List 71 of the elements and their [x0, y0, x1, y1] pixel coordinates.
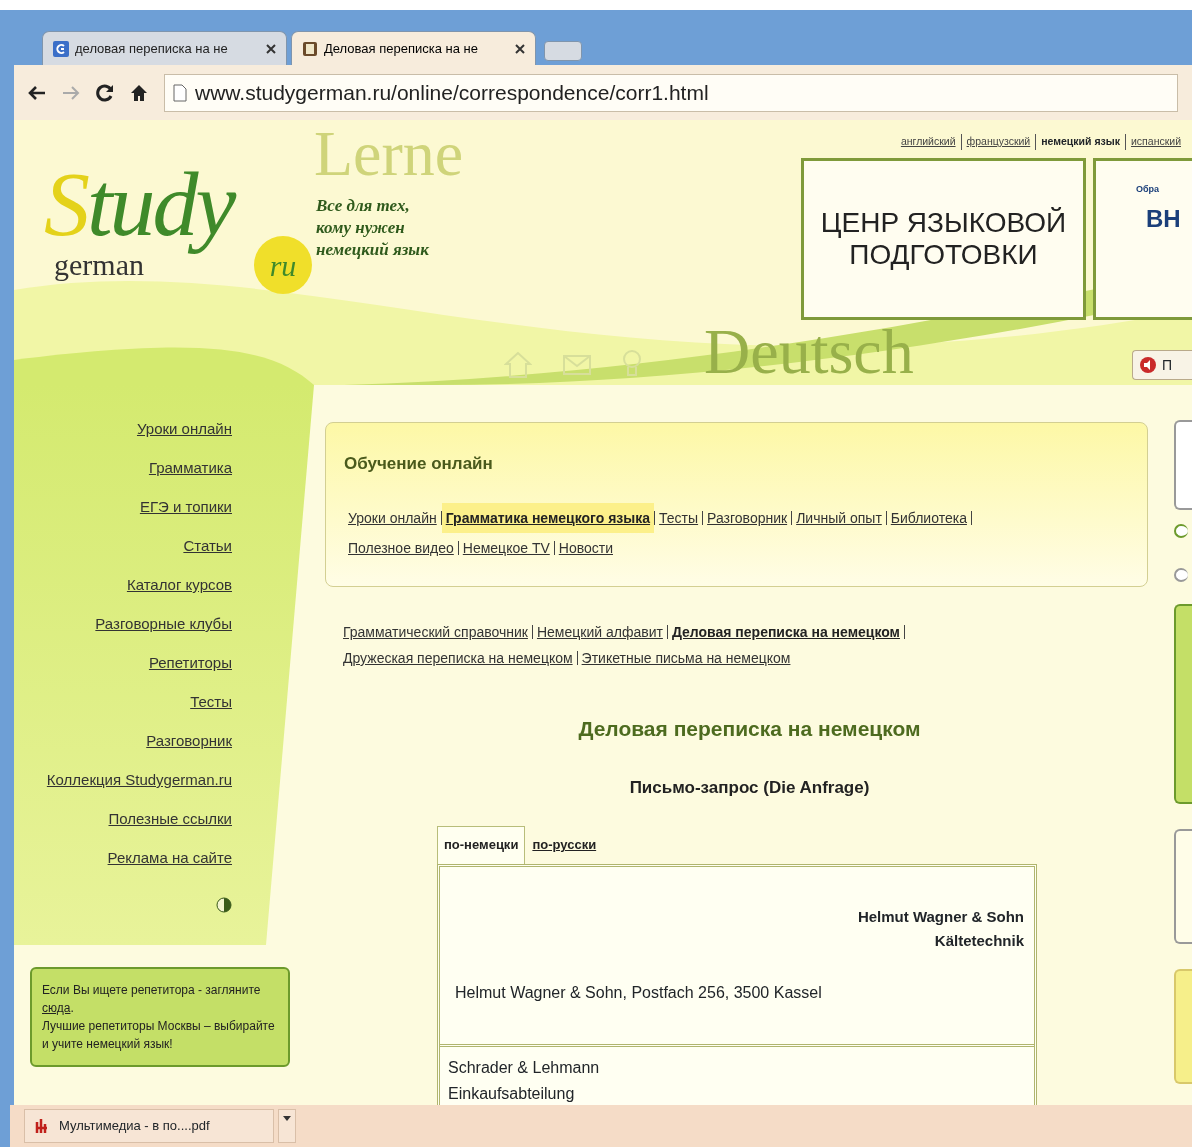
listen-button[interactable]: П — [1132, 350, 1192, 380]
section-link[interactable]: Новости — [554, 532, 617, 563]
browser-tab[interactable]: Деловая переписка на не — [291, 31, 536, 65]
book-icon — [302, 40, 318, 57]
section-title: Обучение онлайн — [344, 453, 494, 475]
half-circle-icon — [216, 897, 232, 913]
back-arrow-icon[interactable] — [28, 84, 46, 101]
reload-icon[interactable] — [96, 83, 114, 102]
section-link[interactable]: Разговорник — [703, 502, 792, 533]
language-link[interactable]: английский — [895, 134, 961, 150]
language-tab[interactable]: по-немецки — [437, 826, 526, 864]
radio-icon[interactable] — [1174, 524, 1188, 538]
sidebar-link[interactable]: Репетиторы — [148, 643, 232, 682]
close-icon[interactable] — [515, 43, 525, 54]
close-icon[interactable] — [266, 43, 276, 54]
browser-tab[interactable]: деловая переписка на не — [42, 31, 287, 65]
language-link[interactable]: французский — [961, 134, 1036, 150]
sidebar-link[interactable]: Реклама на сайте — [107, 838, 232, 877]
subnav-link[interactable]: Деловая переписка на немецком — [667, 619, 904, 645]
tab-title: деловая переписка на не — [75, 39, 229, 58]
sidebar-link[interactable]: Разговорник — [146, 721, 232, 760]
new-tab-button[interactable] — [544, 41, 582, 61]
recipient-text: Schrader & Lehmann — [448, 1057, 601, 1078]
letter-title: Письмо-запрос (Die Anfrage) — [628, 776, 871, 799]
sidebar-link[interactable]: Уроки онлайн — [136, 409, 232, 448]
section-link[interactable]: Грамматика немецкого языка — [441, 502, 655, 533]
logo-subtitle: german — [54, 250, 144, 280]
section-link[interactable]: Немецкое TV — [458, 532, 554, 563]
subnav-link[interactable]: Грамматический справочник — [339, 619, 532, 645]
sender-text: Kältetechnik — [933, 930, 1024, 951]
ad-banner[interactable]: Обра ВН — [1093, 158, 1192, 320]
ad-banner[interactable]: ЦЕНР ЯЗЫКОВОЙ ПОДГОТОВКИ — [801, 158, 1086, 320]
subnav-link[interactable]: Этикетные письма на немецком — [577, 645, 795, 671]
page-title: Деловая переписка на немецком — [577, 716, 922, 742]
caret-icon — [283, 1116, 291, 1122]
banner-title: ВН — [1146, 203, 1182, 234]
page-icon — [173, 83, 187, 102]
section-link[interactable]: Уроки онлайн — [344, 502, 441, 533]
language-link[interactable]: испанский — [1126, 134, 1186, 150]
tip-text: Если Вы ищете репетитора - загляните сюда. Лучшие репетиторы Москвы – выбирайте и учите немецкий язык! — [30, 967, 290, 1067]
watermark-text: Deutsch — [704, 320, 914, 384]
recipient-text: Einkaufsabteilung — [448, 1083, 576, 1104]
watermark-text: Lerne — [314, 122, 464, 186]
language-tab[interactable]: по-русски — [525, 826, 604, 864]
return-address: Helmut Wagner & Sohn, Postfach 256, 3500 Kassel — [455, 982, 823, 1003]
sidebar-link[interactable]: Полезные ссылки — [108, 799, 232, 838]
subnav-link[interactable]: Немецкий алфавит — [532, 619, 667, 645]
sidebar-link[interactable]: Разговорные клубы — [95, 604, 232, 643]
address-bar[interactable]: www.studygerman.ru/online/correspondence/corr1.html — [164, 73, 1178, 112]
sidebar-link[interactable]: Грамматика — [148, 448, 232, 487]
sidebar-link[interactable]: Статьи — [183, 526, 232, 565]
current-language: немецкий язык — [1040, 134, 1121, 150]
speaker-icon — [1139, 356, 1157, 374]
banner-caption: Обра — [1136, 183, 1161, 196]
square-icon — [53, 40, 69, 57]
section-link[interactable]: Личный опыт — [792, 502, 886, 533]
sidebar-link[interactable]: Каталог курсов — [126, 565, 232, 604]
subnav-link[interactable]: Дружеская переписка на немецком — [339, 645, 577, 671]
sidebar-link[interactable]: ЕГЭ и топики — [139, 487, 232, 526]
sidebar-link[interactable]: Тесты — [190, 682, 232, 721]
tagline: Все для тех, кому нужен немецкий язык — [316, 195, 429, 261]
download-item[interactable]: Мультимедиа - в по....pdf — [24, 1109, 274, 1143]
tab-title: Деловая переписка на не — [324, 39, 479, 58]
section-link[interactable]: Полезное видео — [344, 532, 458, 563]
sender-text: Helmut Wagner & Sohn — [856, 906, 1024, 927]
radio-icon[interactable] — [1174, 568, 1188, 582]
caret-button[interactable] — [278, 1109, 296, 1143]
section-link[interactable]: Тесты — [655, 502, 703, 533]
home-icon[interactable] — [130, 83, 148, 102]
sidebar-link[interactable]: Коллекция Studygerman.ru — [46, 760, 232, 799]
section-link[interactable]: Библиотека — [886, 502, 971, 533]
